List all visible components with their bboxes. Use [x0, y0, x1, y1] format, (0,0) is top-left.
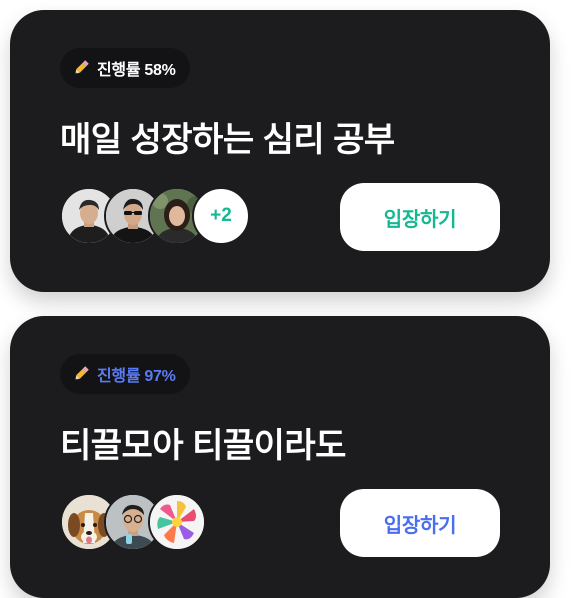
progress-label: 진행률 58%: [97, 62, 176, 79]
enter-button[interactable]: 입장하기: [340, 183, 500, 251]
avatar: [148, 493, 206, 551]
pencil-icon: [72, 365, 90, 383]
group-card: 진행률 58% 매일 성장하는 심리 공부 +2 입장하기: [10, 10, 550, 292]
group-title: 티끌모아 티끌이라도: [60, 427, 346, 465]
member-avatars: +2: [60, 187, 260, 245]
progress-label: 진행률 97%: [97, 368, 176, 385]
group-title: 매일 성장하는 심리 공부: [60, 121, 395, 159]
progress-badge: 진행률 58%: [60, 48, 190, 88]
more-members-count: +2: [192, 187, 250, 245]
group-card: 진행률 97% 티끌모아 티끌이라도 입장하기: [10, 316, 550, 598]
pencil-icon: [72, 59, 90, 77]
member-avatars: [60, 493, 260, 551]
progress-badge: 진행률 97%: [60, 354, 190, 394]
enter-button[interactable]: 입장하기: [340, 489, 500, 557]
